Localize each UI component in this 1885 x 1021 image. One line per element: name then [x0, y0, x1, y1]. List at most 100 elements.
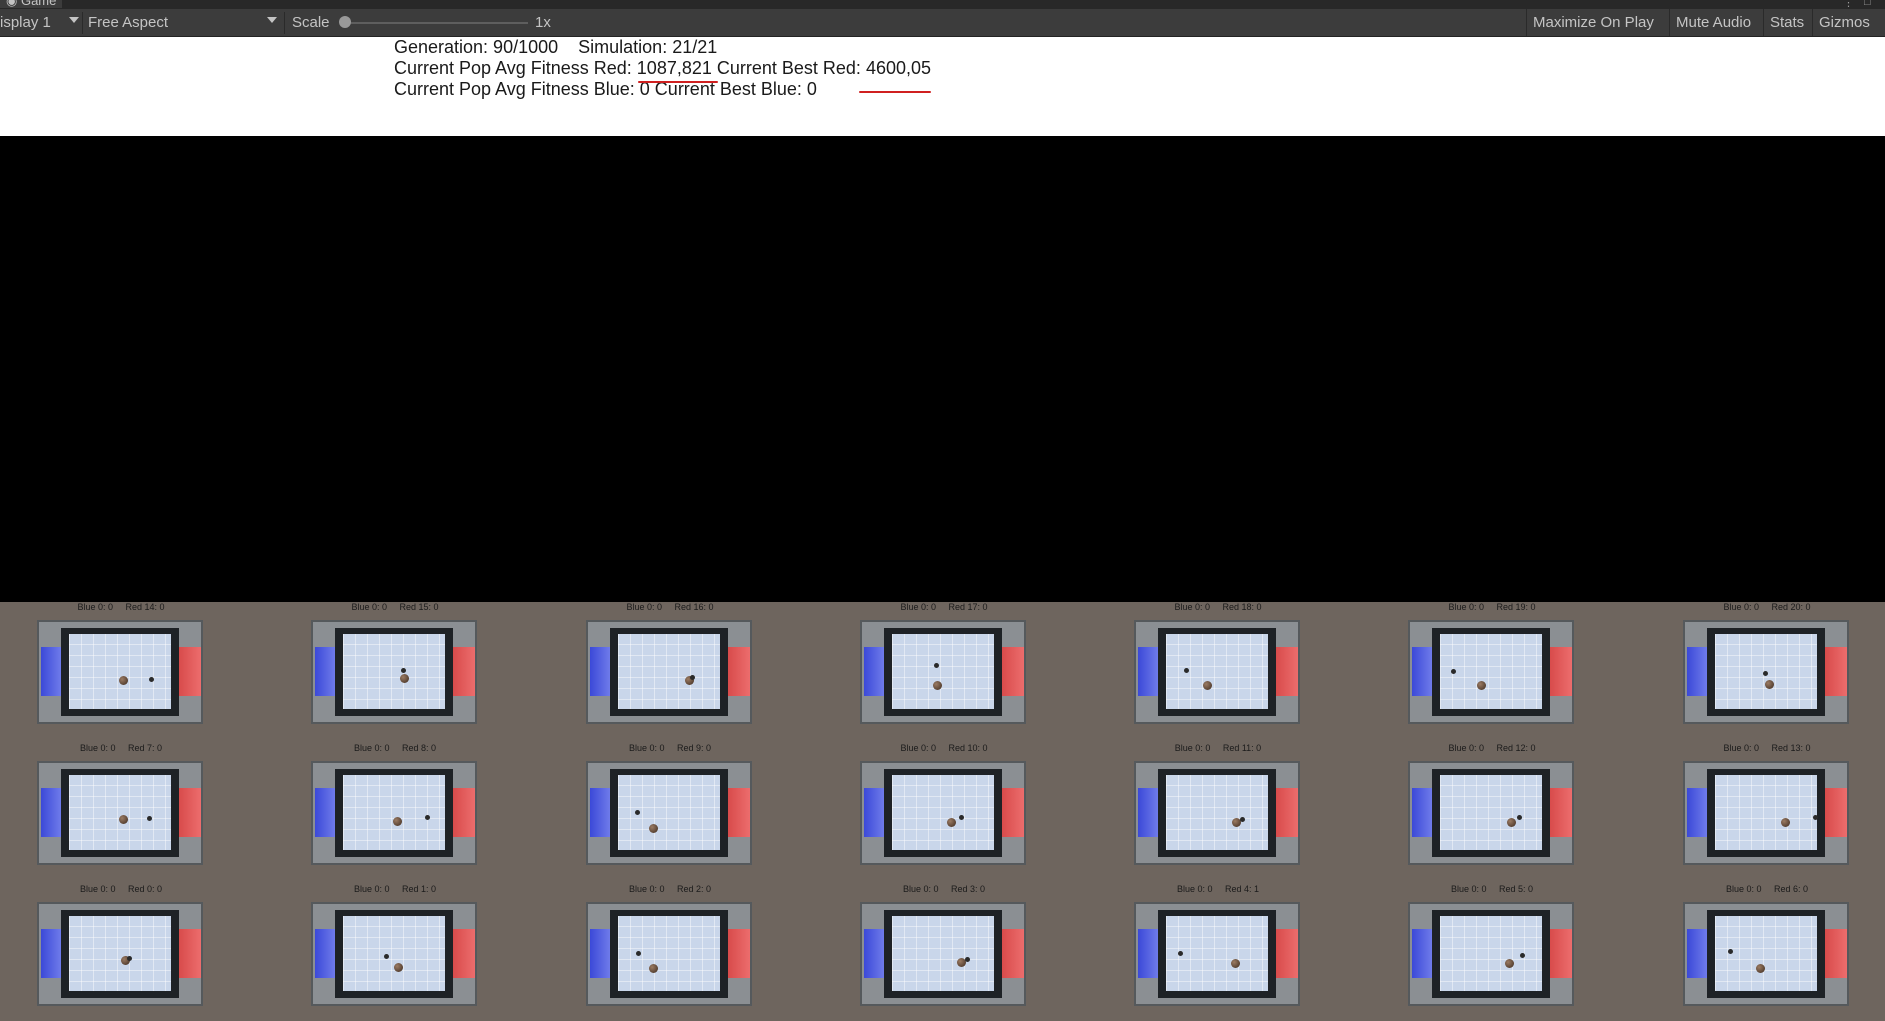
arena-view: Blue 0: 0 Red 20: 0: [1682, 602, 1852, 735]
more-options-icon[interactable]: ⋮: [1843, 0, 1854, 9]
arena-view: Blue 0: 0 Red 8: 0: [310, 743, 480, 876]
arena-view: Blue 0: 0 Red 16: 0: [585, 602, 755, 735]
arena-view: Blue 0: 0 Red 15: 0: [310, 602, 480, 735]
blue-goal: [1138, 929, 1158, 978]
ball-icon: [1507, 818, 1516, 827]
arena-view: Blue 0: 0 Red 17: 0: [859, 602, 1029, 735]
blue-fitness-line: Current Pop Avg Fitness Blue: 0 Current …: [394, 79, 817, 99]
arena-score: Blue 0: 0 Red 13: 0: [1723, 743, 1811, 753]
game-tab[interactable]: ◉ Game: [0, 0, 63, 8]
agent-icon: [1178, 951, 1183, 956]
red-goal: [1550, 929, 1572, 978]
ball-icon: [394, 963, 403, 972]
arena-field: [1715, 634, 1817, 709]
aspect-dropdown[interactable]: Free Aspect: [88, 9, 168, 36]
mute-audio-button[interactable]: Mute Audio: [1669, 9, 1757, 36]
arena-score: Blue 0: 0 Red 8: 0: [353, 743, 437, 753]
ball-icon: [400, 674, 409, 683]
arena-score: Blue 0: 0 Red 0: 0: [79, 884, 163, 894]
arena-frame: [311, 902, 477, 1006]
agent-icon: [1517, 815, 1522, 820]
arena-score: Blue 0: 0 Red 1: 0: [353, 884, 437, 894]
blue-goal: [590, 788, 610, 837]
display-chevron-down-icon[interactable]: [69, 17, 79, 23]
avg-fitness-red-label: Current Pop Avg Fitness Red:: [394, 58, 637, 78]
red-goal: [728, 929, 750, 978]
arena-view: Blue 0: 0 Red 7: 0: [36, 743, 206, 876]
arena-frame: [1683, 620, 1849, 724]
arena-frame: [1408, 761, 1574, 865]
game-tab-label: Game: [20, 0, 57, 8]
blue-goal: [1687, 929, 1707, 978]
arena-frame: [1134, 902, 1300, 1006]
generation-text: Generation: 90/1000: [394, 37, 559, 57]
arena-score: Blue 0: 0 Red 3: 0: [902, 884, 986, 894]
blue-goal: [41, 929, 61, 978]
scale-value: 1x: [535, 14, 551, 31]
arena-score: Blue 0: 0 Red 17: 0: [900, 602, 988, 612]
stats-button[interactable]: Stats: [1763, 9, 1810, 36]
arena-view: Blue 0: 0 Red 10: 0: [859, 743, 1029, 876]
agent-icon: [401, 668, 406, 673]
arena-view: Blue 0: 0 Red 19: 0: [1407, 602, 1577, 735]
arena-frame: [37, 902, 203, 1006]
arena-field: [1440, 634, 1542, 709]
red-goal: [453, 647, 475, 696]
scale-slider-track[interactable]: [346, 22, 528, 24]
arena-score: Blue 0: 0 Red 2: 0: [628, 884, 712, 894]
agent-icon: [425, 815, 430, 820]
toolbar-divider: [82, 12, 83, 34]
arena-view: Blue 0: 0 Red 14: 0: [36, 602, 206, 735]
arena-field: [69, 634, 171, 709]
generation-line: Generation: 90/1000 Simulation: 21/21: [394, 37, 717, 58]
arena-frame: [586, 902, 752, 1006]
aspect-chevron-down-icon[interactable]: [267, 17, 277, 23]
arena-field: [69, 775, 171, 850]
game-viewport[interactable]: [0, 136, 1885, 602]
arena-field: [1440, 916, 1542, 991]
blue-goal: [1138, 647, 1158, 696]
ball-icon: [1505, 959, 1514, 968]
blue-goal: [315, 788, 335, 837]
arena-field: [1166, 916, 1268, 991]
arena-grid: Blue 0: 0 Red 14: 0 Blue 0: 0 Red 15: 0 Bl…: [0, 602, 1885, 1021]
avg-fitness-red-value: 1087,821: [636, 58, 712, 78]
arena-frame: [1408, 620, 1574, 724]
training-info-panel: Generation: 90/1000 Simulation: 21/21 Cu…: [0, 37, 1885, 136]
display-dropdown[interactable]: isplay 1: [0, 9, 51, 36]
ball-icon: [1203, 681, 1212, 690]
agent-icon: [1240, 817, 1245, 822]
red-goal: [728, 647, 750, 696]
arena-field: [618, 634, 720, 709]
blue-goal: [864, 929, 884, 978]
arena-score: Blue 0: 0 Red 12: 0: [1448, 743, 1536, 753]
maximize-on-play-button[interactable]: Maximize On Play: [1526, 9, 1660, 36]
arena-field: [1166, 775, 1268, 850]
arena-score: Blue 0: 0 Red 15: 0: [351, 602, 439, 612]
agent-icon: [384, 954, 389, 959]
blue-goal: [315, 929, 335, 978]
ball-icon: [649, 964, 658, 973]
arena-field: [1715, 775, 1818, 850]
blue-goal: [41, 647, 61, 696]
arena-view: Blue 0: 0 Red 0: 0: [36, 884, 206, 1017]
agent-icon: [1451, 669, 1456, 674]
arena-frame: [586, 620, 752, 724]
arena-score: Blue 0: 0 Red 7: 0: [79, 743, 163, 753]
blue-goal: [864, 788, 884, 837]
agent-icon: [636, 951, 641, 956]
blue-goal: [590, 929, 610, 978]
arena-field: [618, 775, 720, 850]
agent-icon: [1763, 671, 1768, 676]
red-goal: [453, 788, 475, 837]
scale-slider-thumb[interactable]: [339, 16, 351, 28]
gizmos-button[interactable]: Gizmos: [1812, 9, 1876, 36]
arena-view: Blue 0: 0 Red 6: 0: [1682, 884, 1852, 1017]
annotation-underline-best: [859, 91, 931, 93]
ball-icon: [1756, 964, 1765, 973]
maximize-icon[interactable]: □: [1864, 0, 1871, 8]
arena-field: [343, 634, 445, 709]
arena-frame: [1683, 902, 1849, 1006]
arena-view: Blue 0: 0 Red 13: 0: [1682, 743, 1852, 876]
red-goal: [1550, 647, 1572, 696]
